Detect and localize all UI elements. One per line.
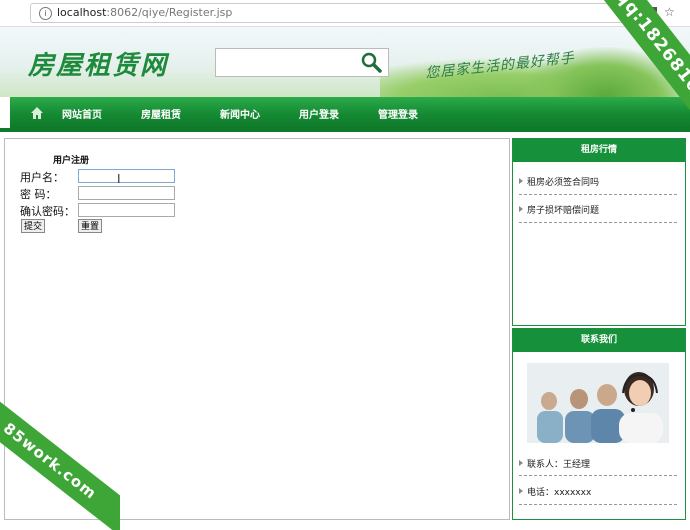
bullet-arrow-icon bbox=[519, 460, 523, 466]
divider bbox=[519, 222, 677, 223]
bullet-arrow-icon bbox=[519, 206, 523, 212]
news-item-text: 租房必须签合同吗 bbox=[527, 178, 600, 188]
confirm-password-label: 确认密码： bbox=[20, 205, 75, 218]
info-icon[interactable]: i bbox=[39, 7, 52, 20]
contact-phone: 电话：xxxxxxx bbox=[519, 485, 591, 498]
more-icon[interactable]: ··· bbox=[628, 5, 639, 19]
pocket-icon[interactable] bbox=[646, 5, 658, 20]
search-box bbox=[215, 48, 389, 77]
news-item-text: 房子损坏赔偿问题 bbox=[527, 206, 600, 216]
username-label: 用户名： bbox=[20, 171, 64, 184]
bookmark-star-icon[interactable]: ☆ bbox=[664, 5, 675, 19]
text-cursor-icon: I bbox=[117, 172, 121, 186]
search-input[interactable] bbox=[216, 49, 356, 76]
rental-news-title: 租房行情 bbox=[513, 139, 685, 162]
contact-panel: 联系我们 联系人：王经理 电话：xxxxxxx bbox=[512, 328, 686, 520]
nav-item-user-login[interactable]: 用户登录 bbox=[299, 106, 339, 121]
submit-button[interactable]: 提交 bbox=[21, 219, 46, 233]
news-item[interactable]: 房子损坏赔偿问题 bbox=[519, 203, 599, 216]
contact-person: 联系人：王经理 bbox=[519, 457, 590, 470]
contact-title: 联系我们 bbox=[513, 329, 685, 352]
divider bbox=[519, 475, 677, 476]
nav-item-rental[interactable]: 房屋租赁 bbox=[141, 106, 181, 121]
register-title: 用户注册 bbox=[53, 156, 90, 166]
divider bbox=[519, 504, 677, 505]
search-icon[interactable] bbox=[361, 52, 383, 74]
url-path: :8062/qiye/Register.jsp bbox=[106, 6, 233, 19]
confirm-password-input[interactable] bbox=[78, 203, 175, 217]
url-text: localhost:8062/qiye/Register.jsp bbox=[57, 6, 232, 19]
divider bbox=[519, 194, 677, 195]
main-nav: 网站首页 房屋租赁 新闻中心 用户登录 管理登录 bbox=[10, 97, 690, 128]
contact-phone-text: 电话：xxxxxxx bbox=[527, 488, 592, 498]
reset-button[interactable]: 重置 bbox=[78, 219, 103, 233]
address-bar[interactable]: i localhost:8062/qiye/Register.jsp bbox=[30, 3, 632, 23]
customer-service-photo bbox=[527, 363, 669, 443]
site-logo[interactable]: 房屋租赁网 bbox=[28, 45, 168, 82]
news-item[interactable]: 租房必须签合同吗 bbox=[519, 175, 599, 188]
nav-underline bbox=[0, 128, 690, 132]
rental-news-panel: 租房行情 租房必须签合同吗 房子损坏赔偿问题 bbox=[512, 138, 686, 326]
register-panel: 用户注册 用户名： I 密 码： 确认密码： 提交 重置 bbox=[4, 138, 510, 520]
url-host: localhost bbox=[57, 6, 107, 19]
nav-item-news[interactable]: 新闻中心 bbox=[220, 106, 260, 121]
password-input[interactable] bbox=[78, 186, 175, 200]
bullet-arrow-icon bbox=[519, 488, 523, 494]
username-input[interactable] bbox=[78, 169, 175, 183]
contact-person-text: 联系人：王经理 bbox=[527, 460, 591, 470]
home-icon[interactable] bbox=[30, 105, 44, 119]
bullet-arrow-icon bbox=[519, 178, 523, 184]
site-header: 房屋租赁网 您居家生活的最好帮手 bbox=[0, 27, 690, 97]
nav-item-home[interactable]: 网站首页 bbox=[62, 106, 102, 121]
nav-item-admin-login[interactable]: 管理登录 bbox=[378, 106, 418, 121]
password-label: 密 码： bbox=[20, 188, 57, 201]
browser-toolbar: i localhost:8062/qiye/Register.jsp ··· ☆ bbox=[0, 0, 690, 27]
